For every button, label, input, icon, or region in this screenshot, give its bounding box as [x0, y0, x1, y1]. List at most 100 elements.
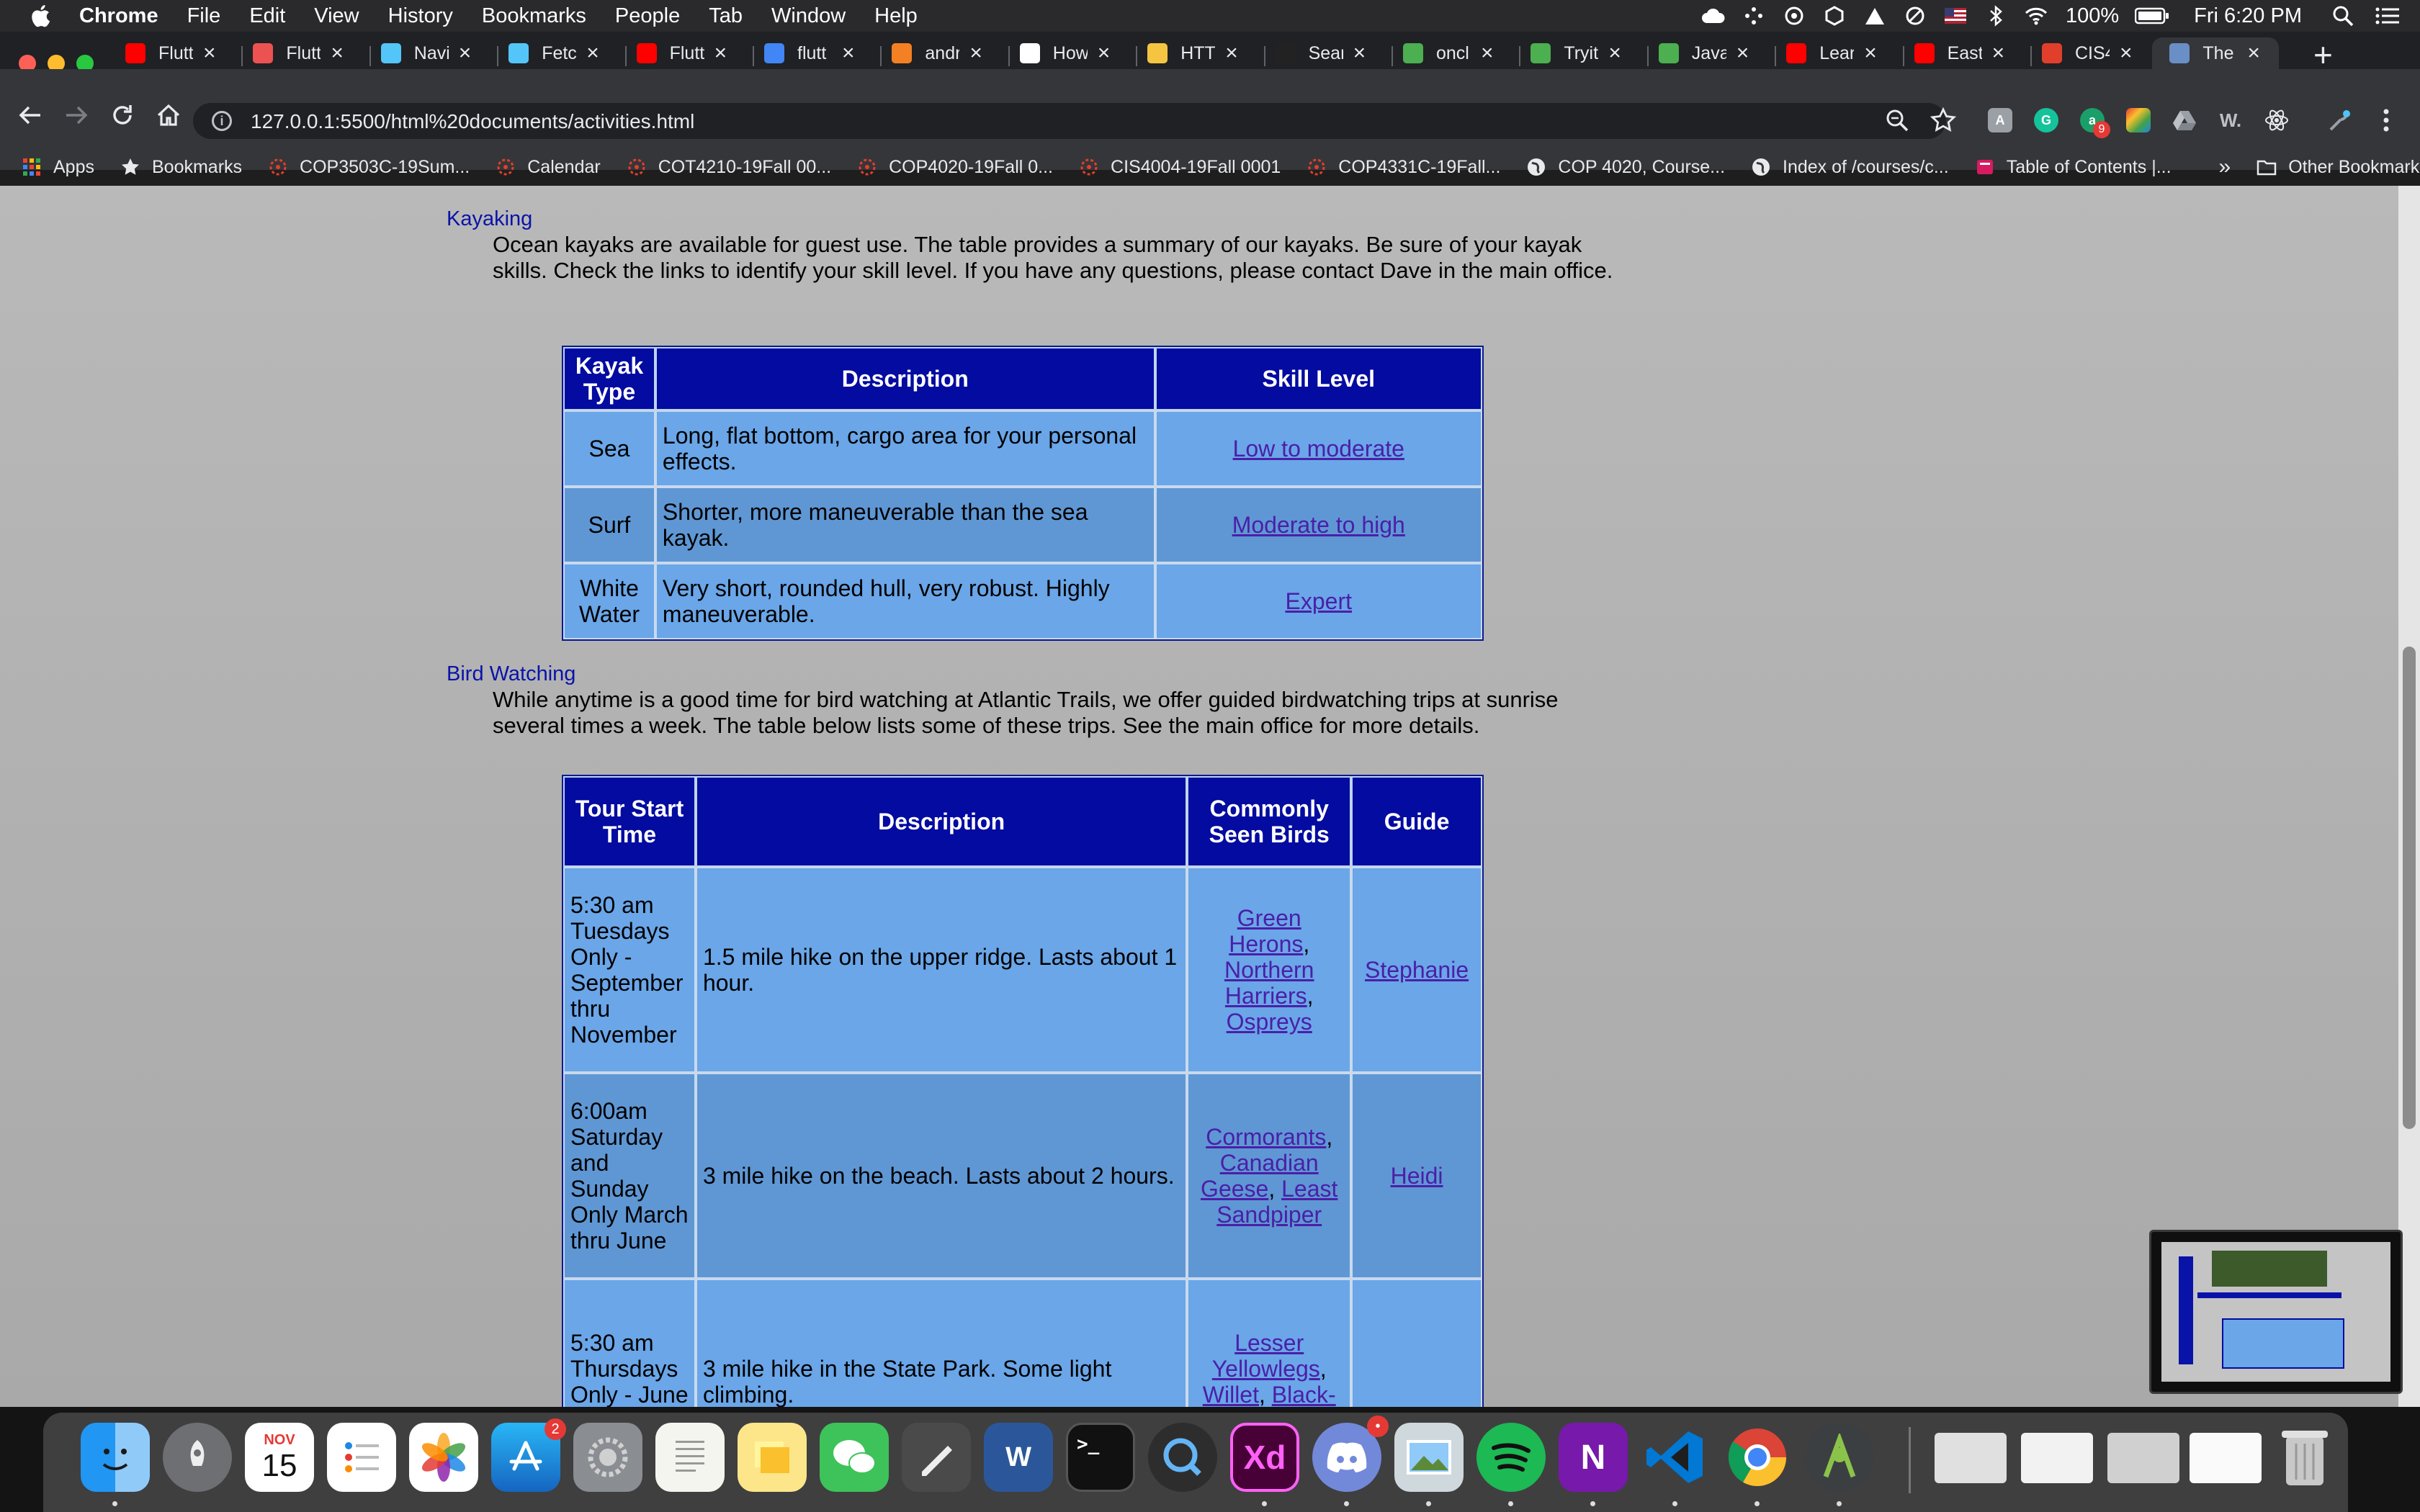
tab-close-icon[interactable]: ×	[969, 42, 982, 64]
menu-edit[interactable]: Edit	[249, 4, 285, 28]
minimized-window-1[interactable]	[1935, 1433, 2007, 1483]
address-bar[interactable]: i 127.0.0.1:5500/html%20documents/activi…	[193, 103, 1946, 139]
flag-icon[interactable]	[1943, 5, 1968, 27]
scrollbar-track[interactable]	[2398, 186, 2420, 1407]
tab-close-icon[interactable]: ×	[842, 42, 855, 64]
clock[interactable]: Fri 6:20 PM	[2194, 4, 2302, 28]
browser-tab[interactable]: Flutt ×	[125, 37, 216, 69]
hexagon-icon[interactable]	[1822, 5, 1847, 27]
browser-tab[interactable]: Fetc ×	[508, 37, 599, 69]
browser-tab[interactable]: Flutt ×	[253, 37, 344, 69]
bird-link[interactable]: Green Herons	[1229, 905, 1303, 957]
guide-link[interactable]: Stephanie	[1365, 957, 1469, 983]
skill-level-link[interactable]: Expert	[1286, 588, 1352, 614]
bookmark-cot4210[interactable]: COT4210-19Fall 00...	[627, 157, 831, 178]
wifi-icon[interactable]	[2024, 5, 2048, 27]
extension-shield-icon[interactable]: A	[1988, 108, 2012, 132]
browser-tab[interactable]: Sear ×	[1275, 37, 1366, 69]
browser-tab[interactable]: Navi ×	[380, 37, 472, 69]
textedit-icon[interactable]	[655, 1423, 725, 1492]
reload-button[interactable]	[108, 101, 137, 130]
minimized-window-4[interactable]	[2190, 1433, 2262, 1483]
bird-link[interactable]: Willet	[1203, 1382, 1259, 1407]
triangle-icon[interactable]	[1863, 5, 1887, 27]
drive-icon[interactable]	[2172, 108, 2197, 132]
forward-button[interactable]	[62, 101, 91, 130]
browser-tab[interactable]: andr ×	[892, 37, 982, 69]
minimized-window-2[interactable]	[2021, 1433, 2093, 1483]
colorful-extension-icon[interactable]	[2126, 108, 2151, 132]
bluetooth-icon[interactable]	[1984, 5, 2008, 27]
reminders-icon[interactable]	[327, 1423, 396, 1492]
tab-close-icon[interactable]: ×	[586, 42, 599, 64]
profile-icon[interactable]	[2328, 108, 2352, 132]
minimized-window-3[interactable]	[2107, 1433, 2179, 1483]
browser-tab[interactable]: oncl ×	[1403, 37, 1494, 69]
system-preferences-icon[interactable]	[573, 1423, 642, 1492]
menu-tab[interactable]: Tab	[709, 4, 743, 28]
browser-tab[interactable]: The ×	[2152, 37, 2279, 69]
browser-tab[interactable]: Flutt ×	[636, 37, 727, 69]
battery-icon[interactable]	[2135, 5, 2169, 27]
browser-tab[interactable]: Lear ×	[1786, 37, 1877, 69]
menu-history[interactable]: History	[388, 4, 453, 28]
calendar-icon[interactable]: NOV 15	[245, 1423, 314, 1492]
other-bookmarks[interactable]: Other Bookmarks	[2257, 157, 2420, 178]
back-button[interactable]	[16, 101, 45, 130]
zoom-icon[interactable]	[1883, 106, 1912, 135]
photos-icon[interactable]	[409, 1423, 478, 1492]
tab-close-icon[interactable]: ×	[459, 42, 472, 64]
url-text[interactable]: 127.0.0.1:5500/html%20documents/activiti…	[251, 110, 694, 133]
browser-tab[interactable]: How ×	[1019, 37, 1111, 69]
terminal-icon[interactable]: >_	[1066, 1423, 1135, 1492]
browser-tab[interactable]: HTT ×	[1147, 37, 1238, 69]
bookmark-cop4020-course[interactable]: COP 4020, Course...	[1526, 157, 1725, 178]
menu-people[interactable]: People	[615, 4, 680, 28]
scrollbar-thumb[interactable]	[2403, 647, 2416, 1129]
tab-close-icon[interactable]: ×	[714, 42, 727, 64]
browser-tab[interactable]: East ×	[1914, 37, 2005, 69]
home-button[interactable]	[154, 101, 183, 130]
skill-level-link[interactable]: Moderate to high	[1232, 512, 1405, 538]
grammarly-icon[interactable]: G	[2034, 108, 2058, 132]
browser-tab[interactable]: flutt ×	[764, 37, 855, 69]
spotlight-icon[interactable]	[2331, 5, 2355, 27]
menu-view[interactable]: View	[314, 4, 359, 28]
tab-close-icon[interactable]: ×	[1736, 42, 1749, 64]
chrome-menu-icon[interactable]	[2374, 108, 2398, 132]
bookmark-bookmarks[interactable]: Bookmarks	[120, 157, 242, 178]
tab-close-icon[interactable]: ×	[203, 42, 216, 64]
tab-close-icon[interactable]: ×	[1992, 42, 2005, 64]
preview-pen-icon[interactable]	[902, 1423, 971, 1492]
creative-cloud-icon[interactable]	[1701, 5, 1726, 27]
skill-level-link[interactable]: Low to moderate	[1233, 436, 1404, 462]
tab-close-icon[interactable]: ×	[331, 42, 344, 64]
menu-window[interactable]: Window	[771, 4, 846, 28]
menu-bookmarks[interactable]: Bookmarks	[482, 4, 586, 28]
guide-link[interactable]: Heidi	[1391, 1163, 1443, 1189]
chrome-icon[interactable]	[1723, 1423, 1792, 1492]
adobe-xd-icon[interactable]: Xd	[1230, 1423, 1299, 1492]
word-icon[interactable]: W	[984, 1423, 1053, 1492]
onenote-icon[interactable]: N	[1559, 1423, 1628, 1492]
wechat-icon[interactable]	[820, 1423, 889, 1492]
react-devtools-icon[interactable]	[2264, 108, 2289, 132]
site-info-icon[interactable]: i	[212, 111, 232, 131]
tab-close-icon[interactable]: ×	[1225, 42, 1238, 64]
preview-icon[interactable]	[1394, 1423, 1464, 1492]
tab-close-icon[interactable]: ×	[1864, 42, 1877, 64]
finder-icon[interactable]	[81, 1423, 150, 1492]
bookmark-star-icon[interactable]	[1929, 106, 1958, 135]
menu-app-name[interactable]: Chrome	[79, 4, 158, 28]
tab-close-icon[interactable]: ×	[1098, 42, 1111, 64]
spotify-icon[interactable]	[1476, 1423, 1546, 1492]
stickies-icon[interactable]	[738, 1423, 807, 1492]
page-viewport[interactable]: Kayaking Ocean kayaks are available for …	[0, 186, 2420, 1407]
tab-close-icon[interactable]: ×	[2120, 42, 2133, 64]
bird-link[interactable]: Northern Harriers	[1224, 957, 1314, 1009]
bookmark-calendar[interactable]: Calendar	[496, 157, 601, 178]
vscode-icon[interactable]	[1641, 1423, 1710, 1492]
android-studio-icon[interactable]	[1805, 1423, 1874, 1492]
window-thumbnail-preview[interactable]	[2149, 1230, 2403, 1394]
bird-link[interactable]: Ospreys	[1227, 1009, 1312, 1035]
